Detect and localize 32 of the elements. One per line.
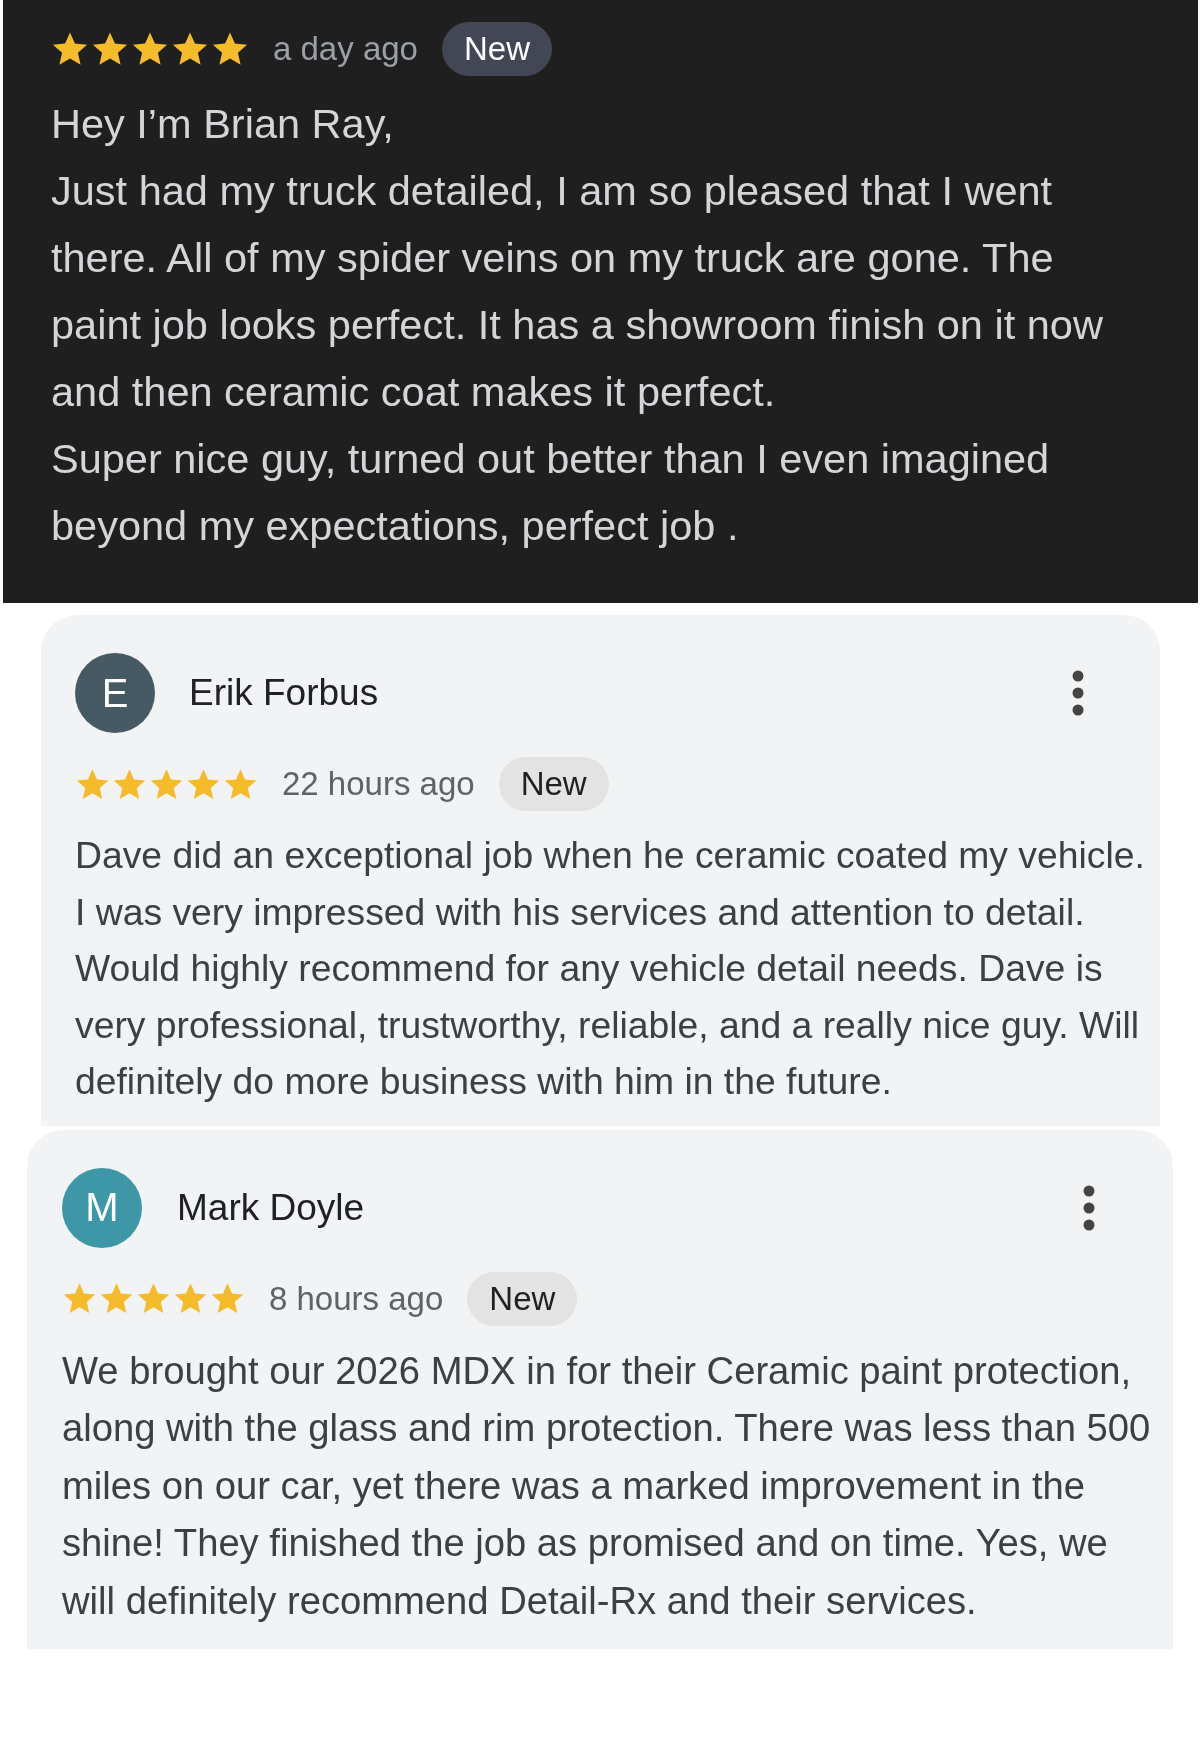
star-icon	[173, 1281, 208, 1316]
star-icon	[131, 30, 169, 68]
review-text: We brought our 2026 MDX in for their Ceramic paint protection, along with the glass and rim protection. There was less than 500 miles on our car, yet there was a marked improvement in the shine! They finished the job as promised and on time. Yes, we will definitely recommend Detail-Rx and their services.	[62, 1347, 1152, 1624]
star-icon	[99, 1281, 134, 1316]
star-icon	[91, 30, 129, 68]
review-text: Just had my truck detailed, I am so pleased that I went there. All of my spider veins on my truck are gone. The paint job looks perfect. It has a showroom finish on it now and then ceramic coat makes it perfect.	[51, 166, 1104, 417]
new-badge: New	[467, 1271, 578, 1326]
new-badge: New	[498, 757, 609, 811]
more-options-icon[interactable]	[1072, 670, 1084, 716]
review-text: Hey I’m Brian Ray,	[51, 99, 395, 149]
star-icon	[136, 1281, 171, 1316]
review-text: Super nice guy, turned out better than I even imagined beyond my expectations, perfect job .	[51, 434, 1051, 551]
review-time: 8 hours ago	[269, 1279, 444, 1318]
star-icon	[171, 30, 209, 68]
review-time: a day ago	[273, 30, 418, 68]
star-icon	[62, 1281, 97, 1316]
review-text: Dave did an exceptional job when he ceramic coated my vehicle. I was very impressed with his services and attention to detail. Would highly recommend for any vehicle detail needs. Dave is very professional, trustworthy, reliable, and a really nice guy. Will definitely do more business with him in the future.	[75, 833, 1145, 1104]
avatar: M	[62, 1167, 142, 1248]
new-badge: New	[441, 22, 552, 76]
star-icon	[211, 30, 249, 68]
star-icon	[210, 1281, 245, 1316]
star-icon	[112, 766, 147, 802]
avatar: E	[75, 653, 155, 733]
star-icon	[75, 766, 110, 802]
star-icon	[51, 30, 89, 68]
star-icon	[149, 766, 184, 802]
reviewer-name: Erik Forbus	[189, 672, 379, 714]
reviewer-name: Mark Doyle	[177, 1186, 365, 1229]
star-icon	[186, 766, 221, 802]
more-options-icon[interactable]	[1083, 1184, 1095, 1231]
review-time: 22 hours ago	[282, 765, 475, 803]
star-icon	[223, 766, 258, 802]
